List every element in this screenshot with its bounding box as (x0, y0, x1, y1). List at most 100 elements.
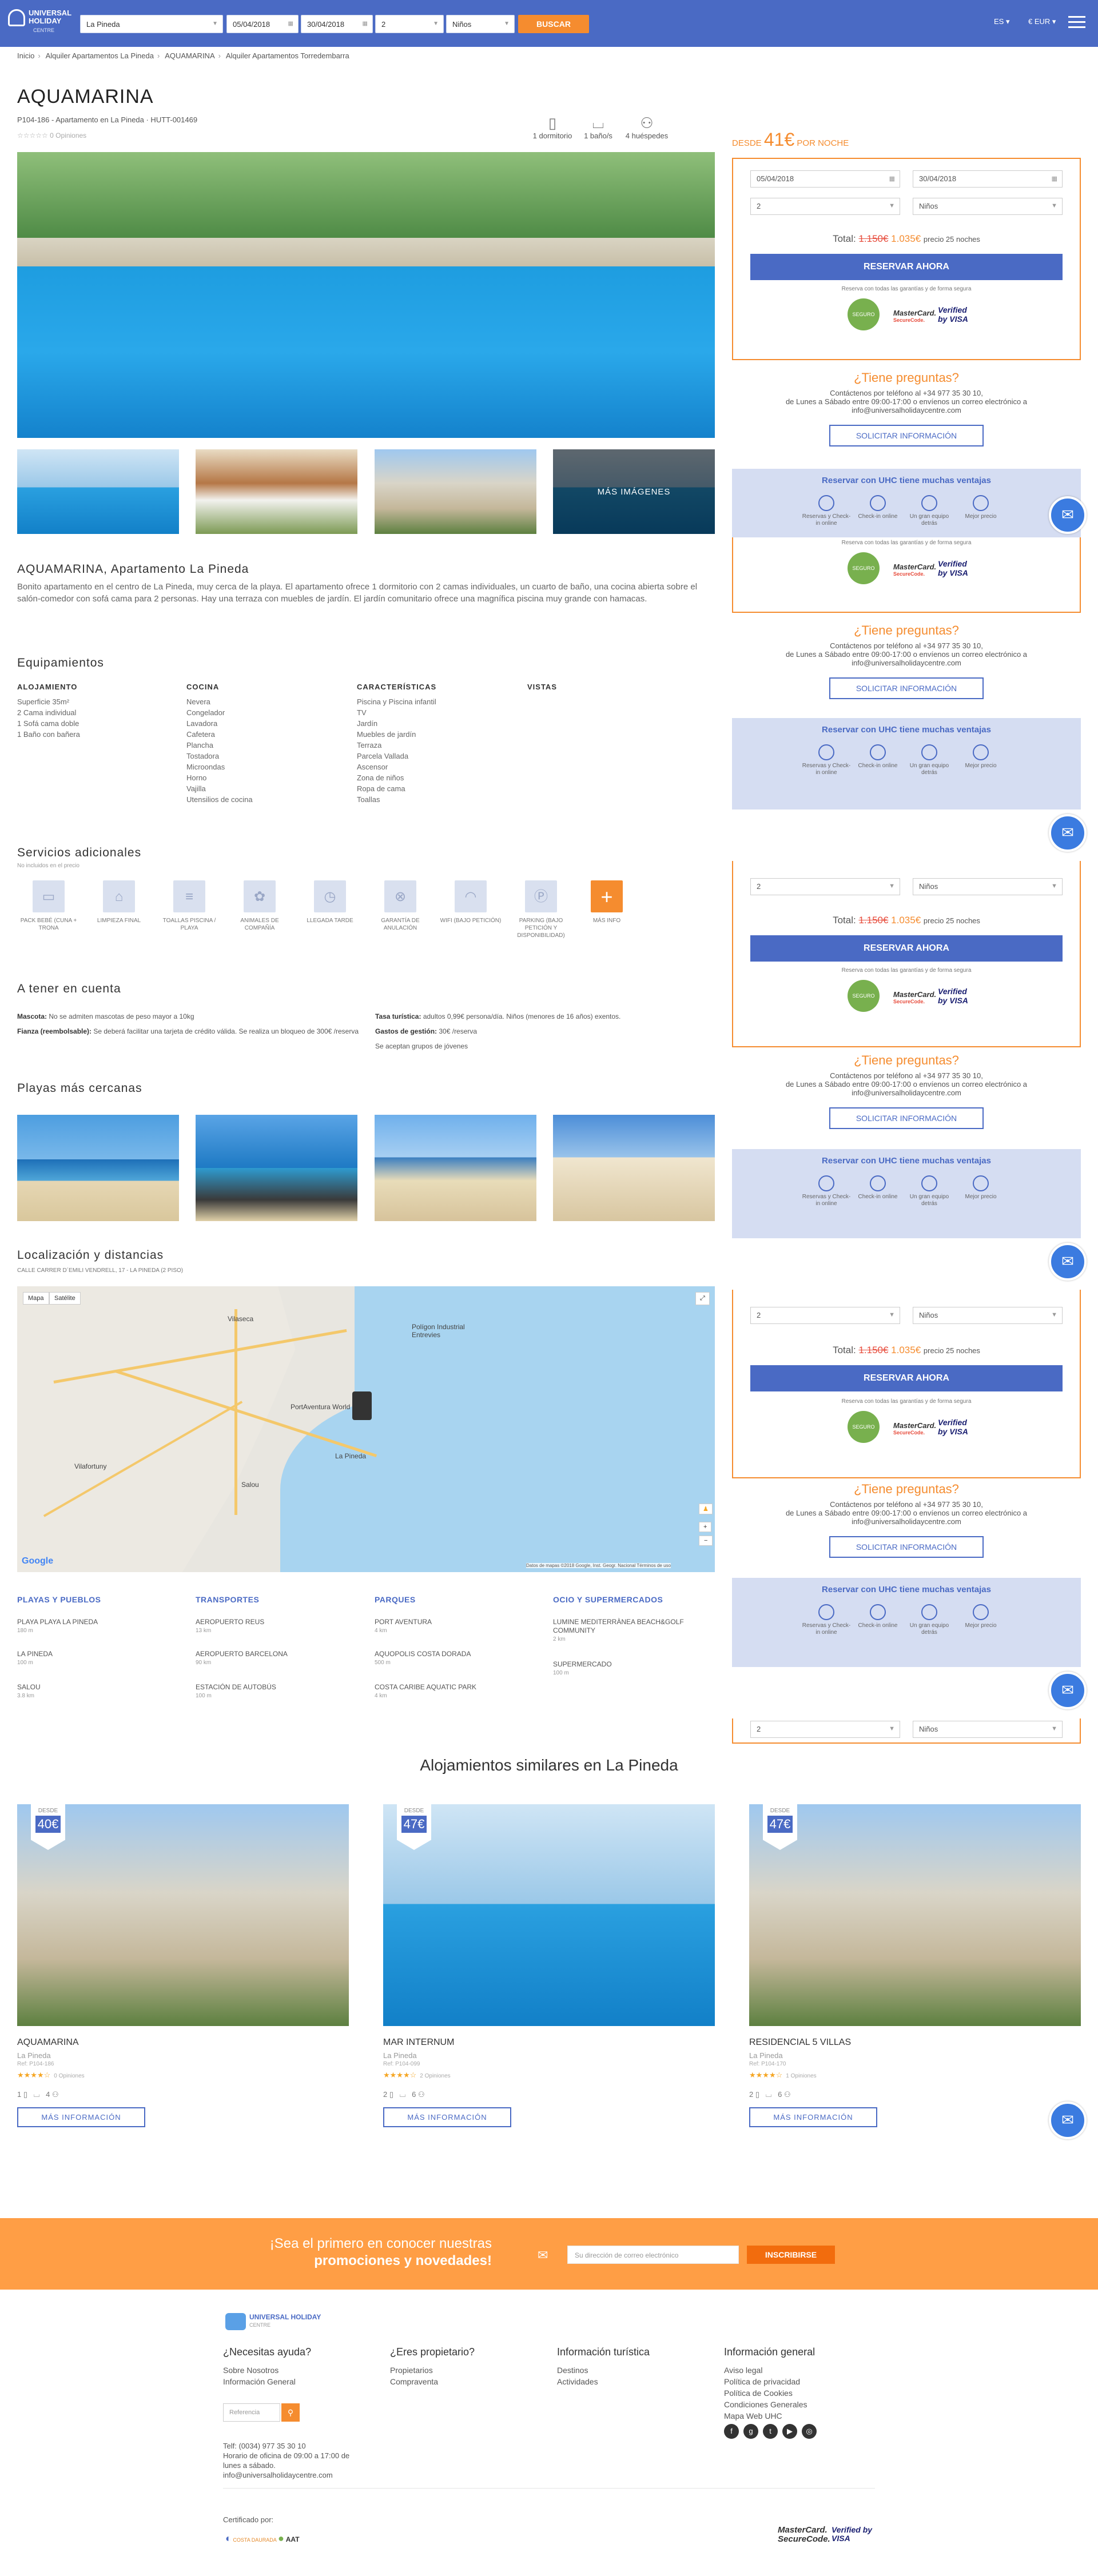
search-button[interactable]: BUSCAR (518, 15, 589, 33)
instagram-icon[interactable]: ◎ (802, 2424, 817, 2439)
more-info-button[interactable]: MÁS INFORMACIÓN (383, 2107, 511, 2127)
service-late-arrival[interactable]: ◷ LLEGADA TARDE (299, 880, 361, 924)
twitter-icon[interactable]: t (763, 2424, 778, 2439)
map[interactable]: Vilaseca Polígon Industrial Entrevies Po… (17, 1286, 715, 1572)
service-cleaning[interactable]: ⌂ LIMPIEZA FINAL (87, 880, 150, 924)
guests-select[interactable]: 2 ▼ (750, 198, 900, 215)
service-baby-pack[interactable]: ▭ PACK BEBÉ (CUNA + TRONA (17, 880, 80, 932)
similar-card[interactable]: DESDE 47€ MAR INTERNUM La Pineda Ref: P10… (383, 1804, 715, 2127)
hamburger-menu-icon[interactable] (1068, 16, 1085, 29)
newsletter-banner: ¡Sea el primero en conocer nuestras promo… (0, 2218, 1098, 2290)
note-tax: Tasa turística: adultos 0,99€ persona/dí… (375, 1012, 621, 1020)
thumbnail-photo[interactable] (17, 449, 179, 534)
site-logo[interactable]: UNIVERSAL HOLIDAY CENTRE (8, 6, 77, 39)
clock-icon (870, 744, 886, 760)
reserve-button[interactable]: RESERVAR AHORA (750, 1365, 1063, 1391)
advantage-item: Check-in online (852, 495, 904, 520)
children-select[interactable]: Niños ▼ (913, 198, 1063, 215)
request-info-button[interactable]: SOLICITAR INFORMACIÓN (829, 1107, 984, 1129)
beach-photo[interactable] (375, 1115, 536, 1221)
checkin-input[interactable]: 05/04/2018 ▦ (750, 170, 900, 188)
logo-icon (225, 2313, 246, 2330)
thumbnail-photo[interactable] (375, 449, 536, 534)
language-select[interactable]: ES ▾ (994, 17, 1009, 26)
similar-photo[interactable]: DESDE 40€ (17, 1804, 349, 2026)
beach-photo[interactable] (196, 1115, 357, 1221)
children-select[interactable]: Niños ▼ (913, 878, 1063, 895)
zoom-out-button[interactable]: − (699, 1536, 713, 1546)
checkout-input[interactable]: 30/04/2018 ▦ (913, 170, 1063, 188)
footer-logo[interactable]: UNIVERSAL HOLIDAY CENTRE (225, 2311, 334, 2334)
thumbnail-photo[interactable] (196, 449, 357, 534)
google-plus-icon[interactable]: g (743, 2424, 758, 2439)
similar-photo[interactable]: DESDE 47€ (383, 1804, 715, 2026)
bath-icon: ⌴ (399, 2090, 406, 2099)
breadcrumb-item[interactable]: AQUAMARINA (165, 51, 214, 60)
bath-icon: ⌴ (592, 114, 604, 131)
guests-select[interactable]: 2 ▼ (750, 1721, 900, 1738)
service-more-info[interactable]: + MÁS INFO (575, 880, 638, 924)
distance-item: SUPERMERCADO 100 m (553, 1660, 612, 1676)
children-select[interactable]: Niños ▼ (913, 1307, 1063, 1324)
booking-widget: 2 ▼ Niños ▼ Total: 1.150€ 1.035€ precio 25… (732, 1290, 1081, 1478)
guests-select[interactable]: 2 ▼ (375, 15, 444, 33)
service-wifi[interactable]: ◠ WIFI (BAJO PETICIÓN) (439, 880, 502, 924)
more-images-button[interactable]: MÁS IMÁGENES (553, 449, 715, 534)
destination-input[interactable]: La Pineda ▼ (80, 15, 223, 33)
similar-photo[interactable]: DESDE 47€ (749, 1804, 1081, 2026)
beach-photo[interactable] (553, 1115, 715, 1221)
service-cancellation[interactable]: ⊗ GARANTÍA DE ANULACIÓN (369, 880, 432, 932)
children-select[interactable]: Niños ▼ (913, 1721, 1063, 1738)
breadcrumb-item[interactable]: Alquiler Apartamentos La Pineda (46, 51, 154, 60)
map-marker-icon[interactable] (352, 1391, 372, 1420)
youtube-icon[interactable]: ▶ (782, 2424, 797, 2439)
door-icon: ▯ (389, 2090, 394, 2099)
fullscreen-icon[interactable]: ⤢ (695, 1292, 710, 1305)
breadcrumb-item[interactable]: Inicio (17, 51, 34, 60)
security-seal-icon: SEGURO (848, 1411, 880, 1443)
reserve-button[interactable]: RESERVAR AHORA (750, 254, 1063, 280)
request-info-button[interactable]: SOLICITAR INFORMACIÓN (829, 677, 984, 699)
request-info-button[interactable]: SOLICITAR INFORMACIÓN (829, 425, 984, 446)
more-info-button[interactable]: MÁS INFORMACIÓN (17, 2107, 145, 2127)
guests-select[interactable]: 2 ▼ (750, 878, 900, 895)
similar-card[interactable]: DESDE 47€ RESIDENCIAL 5 VILLAS La Pineda … (749, 1804, 1081, 2127)
contact-mail-icon[interactable]: ✉ (1049, 2102, 1087, 2139)
checkin-input[interactable]: 05/04/2018 ▦ (226, 15, 299, 33)
contact-mail-icon[interactable]: ✉ (1049, 814, 1087, 852)
newsletter-email-input[interactable]: Su dirección de correo electrónico (567, 2246, 739, 2264)
globe-icon (818, 744, 834, 760)
service-parking[interactable]: Ⓟ PARKING (BAJO PETICIÓN Y DISPONIBILIDAD… (510, 880, 572, 939)
breadcrumb-item[interactable]: Alquiler Apartamentos Torredembarra (226, 51, 349, 60)
zoom-in-button[interactable]: + (699, 1522, 712, 1532)
service-pets[interactable]: ✿ ANIMALES DE COMPAÑÍA (228, 880, 291, 932)
contact-mail-icon[interactable]: ✉ (1049, 496, 1087, 534)
similar-card[interactable]: DESDE 40€ AQUAMARINA La Pineda Ref: P104-… (17, 1804, 349, 2127)
globe-icon (818, 1604, 834, 1620)
booking-widget: Reserva con todas las garantías y de for… (732, 537, 1081, 613)
contact-mail-icon[interactable]: ✉ (1049, 1243, 1087, 1281)
payment-badges: SEGURO MasterCard. SecureCode. Verified by … (848, 298, 973, 333)
currency-select[interactable]: € EUR ▾ (1028, 17, 1056, 26)
main-photo[interactable] (17, 152, 715, 438)
services-subtitle: No incluidos en el precio (17, 863, 79, 869)
more-info-button[interactable]: MÁS INFORMACIÓN (749, 2107, 877, 2127)
reserve-button[interactable]: RESERVAR AHORA (750, 935, 1063, 962)
subscribe-button[interactable]: INSCRIBIRSE (747, 2246, 835, 2264)
fact-bathrooms: ⌴ 1 baño/s (575, 114, 621, 140)
map-type-satellite[interactable]: Satélite (49, 1292, 81, 1305)
guests-select[interactable]: 2 ▼ (750, 1307, 900, 1324)
pegman-icon[interactable]: ♟ (699, 1504, 713, 1514)
search-icon[interactable]: ⚲ (281, 2403, 300, 2422)
map-type-map[interactable]: Mapa (23, 1292, 49, 1305)
beach-photo[interactable] (17, 1115, 179, 1221)
facebook-icon[interactable]: f (724, 2424, 739, 2439)
request-info-button[interactable]: SOLICITAR INFORMACIÓN (829, 1536, 984, 1558)
security-seal-icon: SEGURO (848, 980, 880, 1012)
total-price: Total: 1.150€ 1.035€ precio 25 noches (833, 1345, 980, 1355)
contact-mail-icon[interactable]: ✉ (1049, 1672, 1087, 1709)
service-towels[interactable]: ≡ TOALLAS PISCINA / PLAYA (158, 880, 221, 932)
children-select[interactable]: Niños ▼ (446, 15, 515, 33)
reference-search-input[interactable]: Referencia (223, 2403, 280, 2422)
checkout-input[interactable]: 30/04/2018 ▦ (301, 15, 373, 33)
